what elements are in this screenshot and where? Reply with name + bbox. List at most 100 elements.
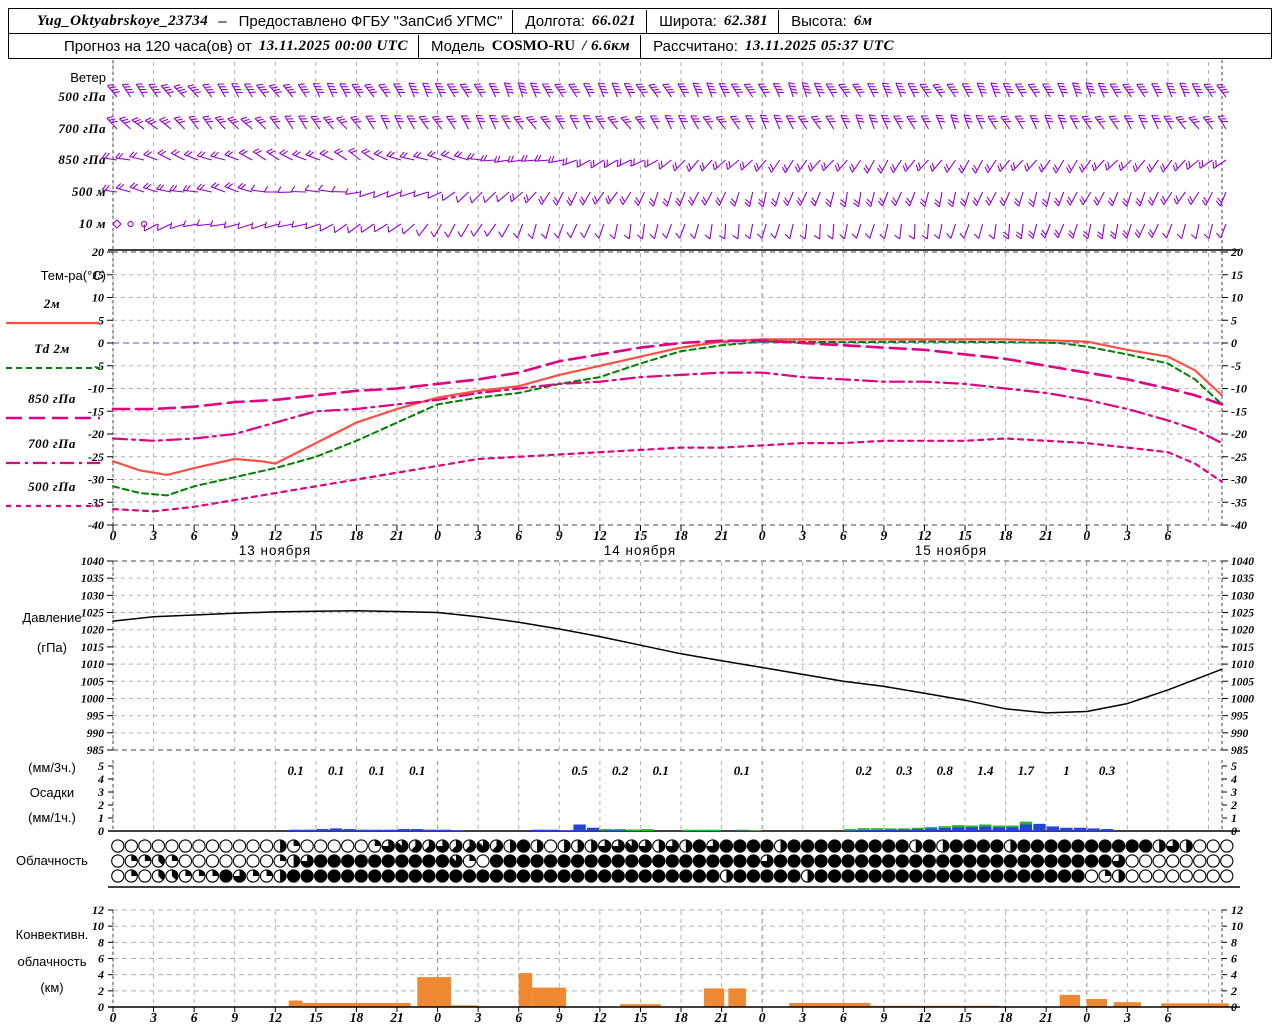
precip-bar-blue (1060, 827, 1073, 831)
hour-label-bottom: 18 (350, 1010, 364, 1024)
cloud-cover-symbol (354, 839, 368, 853)
wind-barb (1217, 115, 1229, 130)
cloud-cover-symbol (760, 839, 774, 853)
wind-barb (158, 116, 172, 130)
wind-barb (915, 159, 929, 172)
cloud-cover-symbol (1098, 839, 1112, 853)
wind-barb (373, 223, 388, 233)
wind-barb (594, 223, 605, 239)
wind-barb (1163, 115, 1174, 130)
precip-3h-sum-label: 0.5 (571, 763, 588, 778)
convective-axis-label-left: 10 (92, 919, 104, 933)
wind-barb (1066, 159, 1078, 174)
wind-barb (469, 191, 483, 204)
wind-barb (210, 182, 226, 193)
convective-axis-label-left: 4 (97, 968, 104, 982)
wind-barb (794, 159, 808, 173)
hour-label-temp: 9 (556, 528, 563, 543)
hour-label-bottom: 3 (149, 1010, 157, 1024)
cloud-cover-symbol (192, 839, 206, 853)
cloud-cover-symbol (327, 839, 341, 853)
wind-barb (810, 191, 821, 207)
temp-axis-label-left: -15 (88, 404, 104, 418)
hour-label-bottom: 12 (593, 1010, 607, 1024)
wind-barb (1091, 159, 1105, 172)
wind-barb (744, 223, 754, 240)
cloud-cover-symbol (665, 869, 679, 883)
precip-bar-blue (614, 830, 627, 831)
precip-bar-green (898, 828, 911, 830)
cloud-cover-symbol (922, 869, 936, 883)
wind-barb (115, 183, 131, 193)
wind-barb (157, 149, 172, 161)
cloud-cover-symbol (341, 854, 355, 868)
cloud-cover-fraction (1010, 839, 1017, 853)
wind-barb (648, 191, 659, 207)
wind-barb (929, 159, 943, 172)
wind-barb (106, 115, 118, 130)
wind-barb (373, 191, 388, 199)
precip-bar-blue (898, 829, 911, 831)
wind-barb (156, 223, 172, 231)
wind-barb (173, 116, 186, 130)
wind-barb (413, 151, 429, 161)
cloud-cover-symbol (354, 869, 368, 883)
cloud-cover-symbol (570, 854, 585, 868)
precip-bar-green (641, 829, 654, 831)
cloud-cover-symbol (719, 839, 734, 853)
wind-barb (877, 191, 889, 207)
wind-barb (305, 150, 321, 161)
wind-barb (1215, 191, 1227, 207)
precip-bar-green (1006, 825, 1019, 828)
wind-barb (729, 191, 740, 207)
cloud-cover-symbol (124, 839, 138, 853)
wind-barb (877, 159, 889, 174)
precip-bar-blue (735, 830, 749, 831)
hour-label-temp: 0 (759, 528, 766, 543)
cloud-cover-symbol (746, 839, 761, 853)
cloud-cover-symbol (976, 839, 991, 853)
precip-bar-blue (357, 829, 370, 831)
precip-axis-label-right: 2 (1230, 798, 1237, 812)
temp-axis-label-right: -40 (1231, 518, 1247, 532)
wind-barb (801, 82, 812, 98)
wind-barb (799, 223, 808, 240)
cloud-cover-symbol (1071, 839, 1085, 853)
temp-axis-label-right: -25 (1231, 450, 1247, 464)
wind-barb (365, 115, 376, 130)
wind-barb (852, 83, 865, 98)
wind-barb (1053, 223, 1065, 239)
pressure-axis-label-left: 1030 (81, 590, 104, 602)
cloud-cover-symbol (584, 854, 598, 868)
cloud-cover-symbol (598, 869, 612, 883)
pressure-axis-label-right: 1010 (1231, 659, 1254, 671)
wind-barb (277, 220, 293, 228)
cloud-cover-symbol (1044, 839, 1058, 853)
wind-barb (745, 115, 756, 130)
cloud-cover-symbol (1125, 854, 1139, 868)
wind-barb (907, 83, 920, 98)
wind-barb (538, 191, 551, 205)
cloud-cover-symbol (976, 854, 991, 868)
cloud-cover-symbol (516, 854, 531, 868)
wind-barb (266, 148, 280, 161)
cloud-cover-fraction (807, 869, 814, 883)
precip-3h-sum-label: 0.1 (409, 763, 425, 778)
wind-barb (743, 83, 757, 98)
wind-barb (620, 115, 632, 130)
cloud-cover-symbol (868, 869, 882, 883)
cloud-cover-symbol (990, 869, 1004, 883)
cloud-cover-symbol (909, 854, 923, 868)
precip-bar-green (911, 827, 924, 830)
precip-axis-label-left: 1 (98, 811, 104, 825)
cloud-cover-symbol (841, 854, 855, 868)
precip-bar-blue (424, 829, 437, 831)
wind-barb (527, 223, 537, 239)
precip-axis-label-left: 4 (97, 772, 104, 786)
wind-barb (783, 191, 794, 207)
cloud-cover-symbol (760, 869, 774, 883)
precip-axis-label-left: 3 (97, 785, 104, 799)
cloud-cover-symbol (611, 854, 625, 868)
cloud-cover-symbol (841, 839, 855, 853)
wind-barb (834, 159, 848, 172)
